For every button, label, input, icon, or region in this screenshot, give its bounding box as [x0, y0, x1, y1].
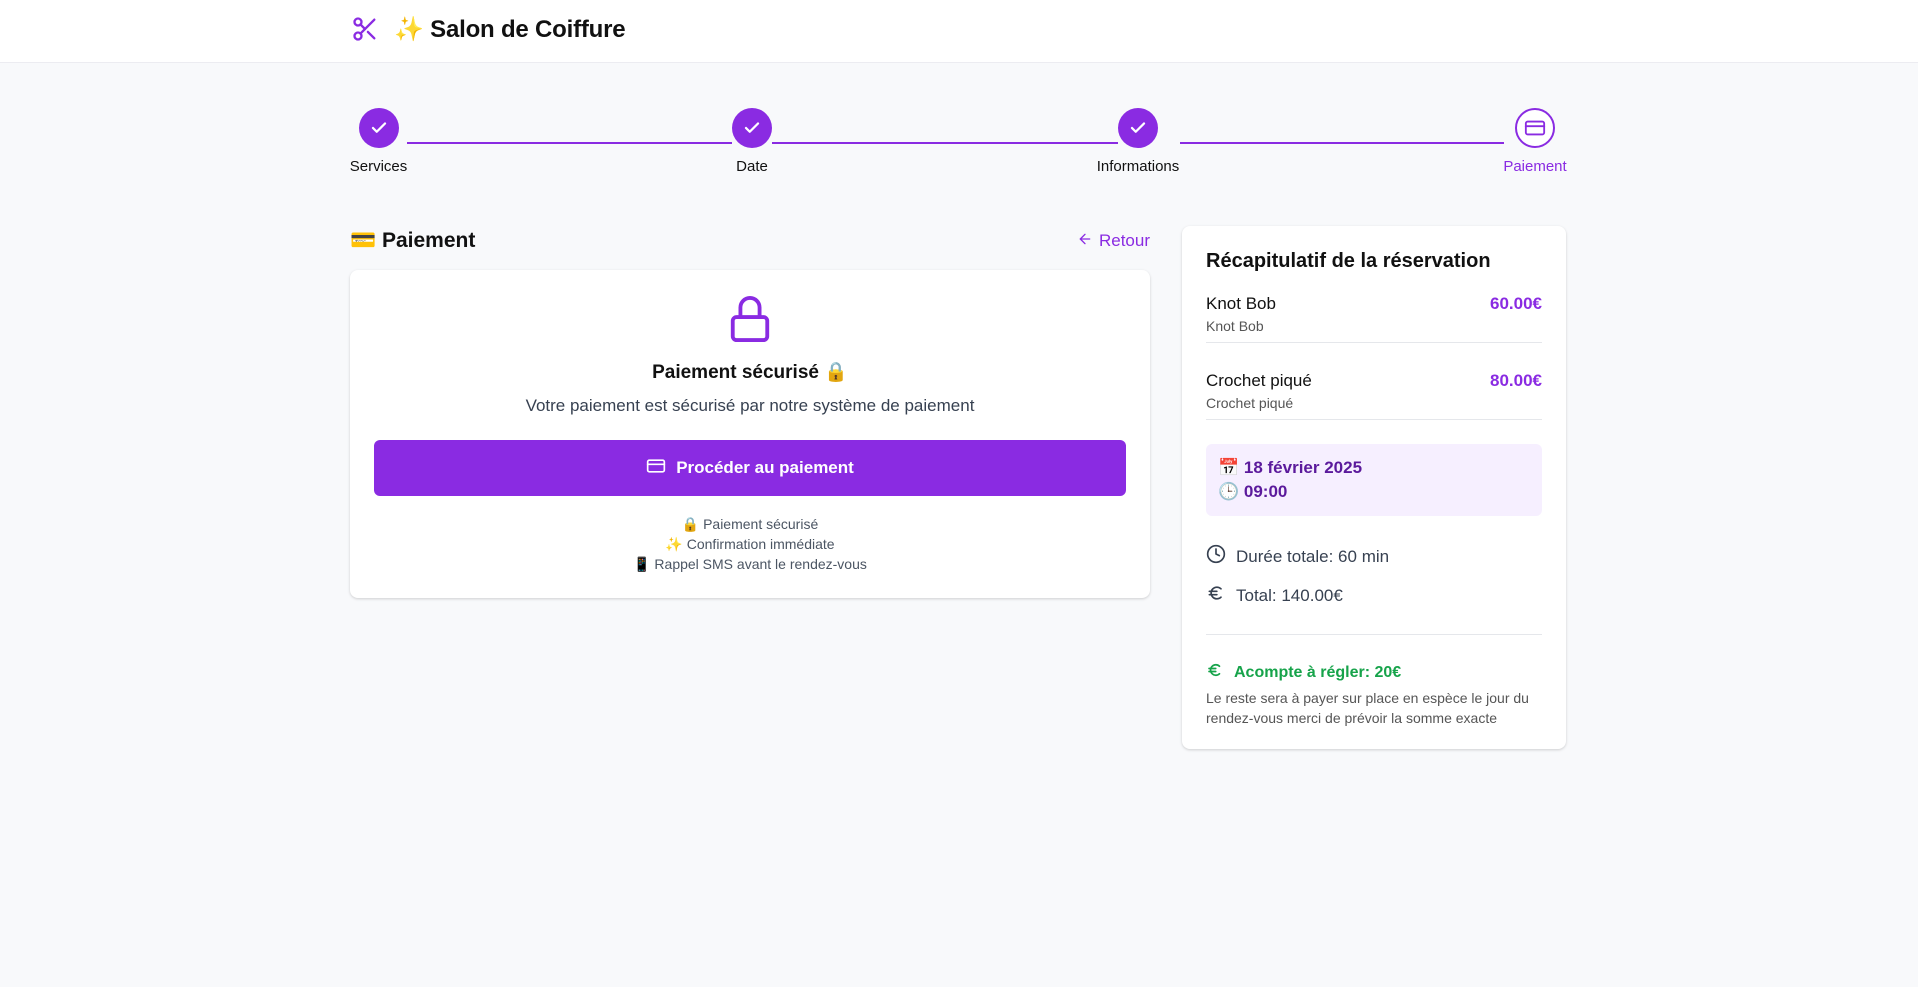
service-item: Crochet piqué Crochet piqué 80.00€	[1206, 371, 1542, 420]
appointment-datetime: 📅 18 février 2025 🕒 09:00	[1206, 444, 1542, 516]
back-button[interactable]: Retour	[1077, 231, 1150, 252]
back-label: Retour	[1098, 231, 1150, 250]
top-bar: ✨ Salon de Coiffure	[0, 0, 1918, 63]
duration-row: Durée totale: 60 min	[1206, 544, 1542, 569]
step-label: Services	[349, 158, 408, 175]
feature-item: 📱 Rappel SMS avant le rendez-vous	[633, 556, 867, 572]
appointment-date: 📅 18 février 2025	[1218, 458, 1363, 477]
step-paiement[interactable]: Paiement	[1503, 108, 1567, 175]
step-connector	[407, 142, 732, 144]
step-connector	[1180, 142, 1504, 144]
clock-icon	[1206, 544, 1226, 569]
total-row: Total: 140.00€	[1206, 583, 1542, 608]
step-informations[interactable]: Informations	[1096, 108, 1180, 175]
proceed-payment-label: Procéder au paiement	[676, 458, 854, 477]
service-price: 80.00€	[1490, 371, 1542, 390]
secure-payment-description: Votre paiement est sécurisé par notre sy…	[525, 396, 975, 415]
arrow-left-icon	[1077, 231, 1093, 252]
app-title: ✨ Salon de Coiffure	[394, 15, 626, 43]
feature-item: 🔒 Paiement sécurisé	[681, 516, 819, 532]
step-label: Paiement	[1503, 158, 1567, 175]
euro-icon	[1206, 661, 1224, 684]
credit-card-icon	[1515, 108, 1555, 148]
booking-summary: Récapitulatif de la réservation Knot Bob…	[1182, 226, 1566, 749]
service-name: Knot Bob	[1206, 294, 1276, 313]
payment-section: 💳 Paiement Retour Paiement sécurisé 🔒 Vo…	[350, 226, 1150, 598]
page-title: 💳 Paiement	[350, 229, 476, 252]
payment-card: Paiement sécurisé 🔒 Votre paiement est s…	[350, 270, 1150, 598]
proceed-payment-button[interactable]: Procéder au paiement	[374, 440, 1126, 496]
deposit-note: Le reste sera à payer sur place en espèc…	[1206, 690, 1529, 726]
service-name: Crochet piqué	[1206, 371, 1312, 390]
secure-payment-title: Paiement sécurisé 🔒	[652, 362, 848, 383]
deposit-text: Acompte à régler: 20€	[1234, 663, 1402, 681]
brand[interactable]: ✨ Salon de Coiffure	[350, 12, 626, 46]
payment-features: 🔒 Paiement sécurisé ✨ Confirmation imméd…	[374, 514, 1126, 574]
service-item: Knot Bob Knot Bob 60.00€	[1206, 294, 1542, 343]
service-price: 60.00€	[1490, 294, 1542, 313]
step-label: Date	[736, 158, 768, 175]
feature-item: ✨ Confirmation immédiate	[665, 536, 835, 552]
service-subtitle: Crochet piqué	[1206, 395, 1294, 411]
step-connector	[772, 142, 1118, 144]
appointment-time: 🕒 09:00	[1218, 482, 1288, 501]
check-icon	[732, 108, 772, 148]
total-text: Total: 140.00€	[1236, 585, 1343, 605]
euro-icon	[1206, 583, 1226, 608]
deposit-row: Acompte à régler: 20€	[1206, 661, 1542, 684]
step-date[interactable]: Date	[732, 108, 772, 175]
scissors-icon	[350, 12, 380, 46]
payment-header: 💳 Paiement Retour	[350, 226, 1150, 256]
service-subtitle: Knot Bob	[1206, 318, 1264, 334]
credit-card-icon	[646, 456, 666, 481]
summary-divider	[1206, 634, 1542, 635]
lock-icon	[374, 294, 1126, 344]
check-icon	[358, 108, 399, 148]
booking-stepper: Services Date Informations Paiement	[350, 108, 1567, 184]
summary-title: Récapitulatif de la réservation	[1206, 250, 1491, 272]
duration-text: Durée totale: 60 min	[1236, 546, 1390, 566]
check-icon	[1118, 108, 1158, 148]
step-services[interactable]: Services	[350, 108, 407, 175]
step-label: Informations	[1096, 158, 1180, 175]
